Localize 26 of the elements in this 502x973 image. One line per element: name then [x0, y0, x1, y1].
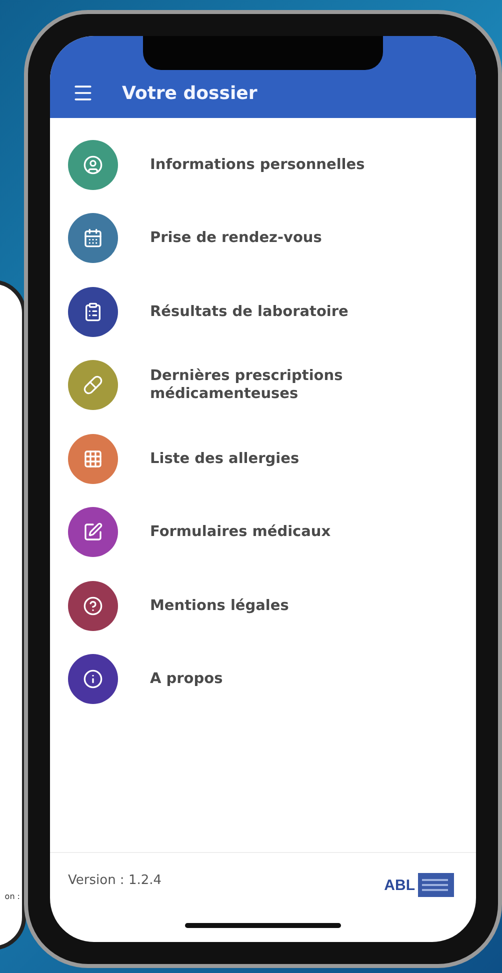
logo-icon: [418, 873, 454, 897]
menu-item[interactable]: Liste des allergies: [150, 450, 370, 468]
info-icon: [83, 669, 103, 690]
logo-text: ABL: [384, 876, 415, 894]
menu-item[interactable]: Résultats de laboratoire: [150, 302, 370, 321]
grid-icon: [83, 448, 103, 469]
menu-item-icon-circle[interactable]: [68, 580, 118, 631]
help-icon: [83, 596, 103, 616]
app-title: Votre dossier: [122, 83, 258, 104]
menu-item[interactable]: Formulaires médicaux: [150, 523, 370, 542]
menu-item[interactable]: Mentions légales: [150, 596, 370, 615]
menu-item[interactable]: Dernières prescriptions médicamenteuses: [150, 367, 370, 404]
pill-icon: [83, 375, 103, 396]
user-icon: [83, 154, 103, 175]
menu-item[interactable]: Prise de rendez-vous: [150, 229, 370, 248]
menu-item-icon-circle[interactable]: [68, 654, 118, 704]
menu-item[interactable]: A propos: [150, 670, 370, 688]
background-text: on :: [4, 892, 20, 901]
menu-item-icon-circle[interactable]: [68, 507, 118, 558]
menu-item[interactable]: Informations personnelles: [150, 156, 370, 174]
edit-icon: [83, 522, 103, 542]
clipboard-icon: [83, 302, 103, 322]
menu-item-icon-circle[interactable]: [68, 213, 118, 264]
version-text: Version : 1.2.4: [68, 873, 162, 888]
calendar-icon: [83, 228, 103, 248]
menu-item-icon-circle[interactable]: [68, 286, 118, 337]
